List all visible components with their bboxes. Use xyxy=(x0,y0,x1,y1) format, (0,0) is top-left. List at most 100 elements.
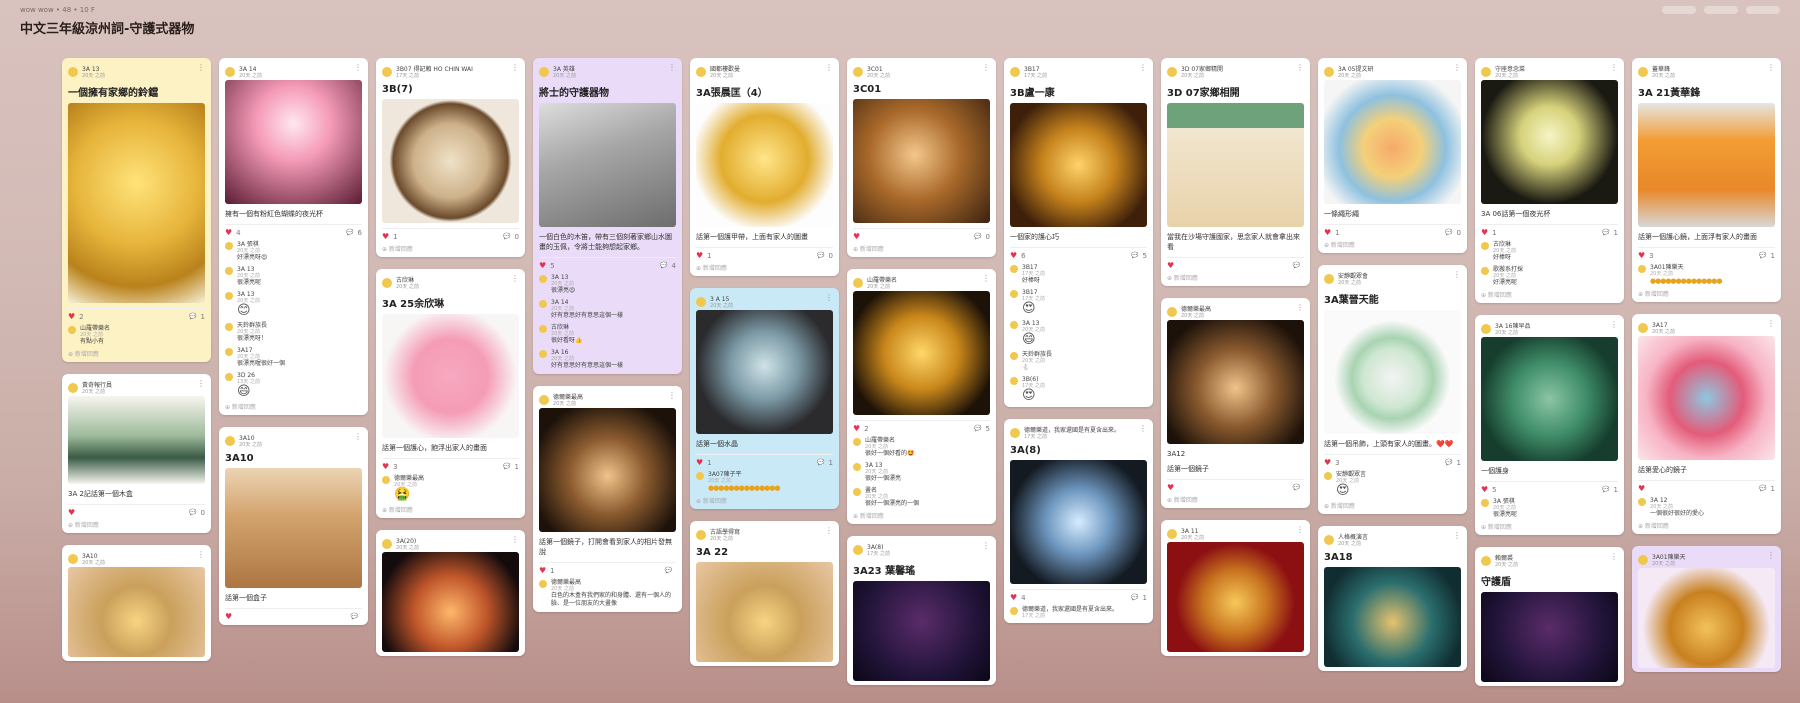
post-card[interactable]: 3A01陳樂天 20天 之前 ⋮ xyxy=(1632,546,1781,672)
add-comment-button[interactable]: ⊕ 新增回應 xyxy=(1167,273,1304,282)
post-card[interactable]: 3A10 20天 之前 ⋮ 3A10 話第一個盒子 ♥ 💬 xyxy=(219,427,368,625)
like-icon[interactable]: ♥ xyxy=(1324,228,1331,237)
post-image[interactable] xyxy=(696,103,833,227)
post-image[interactable] xyxy=(853,581,990,681)
post-card[interactable]: 賴爾裘 20天 之前 ⋮ 守護盾 xyxy=(1475,547,1624,686)
comment-icon[interactable]: 💬 xyxy=(351,613,358,620)
like-icon[interactable]: ♥ xyxy=(1638,484,1645,493)
comment-icon[interactable]: 💬 xyxy=(1759,252,1766,259)
add-comment-button[interactable]: ⊕ 新增回應 xyxy=(1324,240,1461,249)
post-image[interactable] xyxy=(1324,567,1461,667)
like-icon[interactable]: ♥ xyxy=(1010,593,1017,602)
like-icon[interactable]: ♥ xyxy=(382,232,389,241)
more-options-icon[interactable]: ⋮ xyxy=(1610,321,1618,329)
post-image[interactable] xyxy=(1167,320,1304,444)
post-image[interactable] xyxy=(853,99,990,223)
more-options-icon[interactable]: ⋮ xyxy=(354,433,362,441)
post-card[interactable]: 3 A 15 20天 之前 ⋮ 話第一個水晶 ♥ 1 💬 1 3A07陳子平 20天 之前 ●●●●… xyxy=(690,288,839,509)
more-options-icon[interactable]: ⋮ xyxy=(197,551,205,559)
more-options-icon[interactable]: ⋮ xyxy=(1296,304,1304,312)
post-card[interactable]: 3A(8) 17天 之前 ⋮ 3A23 葉馨瑤 xyxy=(847,536,996,685)
post-image[interactable] xyxy=(1638,336,1775,460)
post-image[interactable] xyxy=(225,80,362,204)
more-options-icon[interactable]: ⋮ xyxy=(668,392,676,400)
post-image[interactable] xyxy=(1324,80,1461,204)
more-options-icon[interactable]: ⋮ xyxy=(668,64,676,72)
comment-icon[interactable]: 💬 xyxy=(817,252,824,259)
post-card[interactable]: 3A(20) 20天 之前 ⋮ xyxy=(376,530,525,656)
more-options-icon[interactable]: ⋮ xyxy=(1610,64,1618,72)
top-action-button[interactable] xyxy=(1704,6,1738,14)
post-image[interactable] xyxy=(1481,337,1618,461)
like-icon[interactable]: ♥ xyxy=(1010,251,1017,260)
post-card[interactable]: 3A10 20天 之前 ⋮ xyxy=(62,545,211,661)
comment-icon[interactable]: 💬 xyxy=(346,229,353,236)
post-image[interactable] xyxy=(1010,103,1147,227)
add-comment-button[interactable]: ⊕ 新增回應 xyxy=(225,402,362,411)
comment-icon[interactable]: 💬 xyxy=(503,233,510,240)
post-card[interactable]: 3A 14 20天 之前 ⋮ 擁有一個有粉紅色蝴蝶的夜光杯 ♥ 4 💬 6 3A 張棋 20天 之… xyxy=(219,58,368,415)
like-icon[interactable]: ♥ xyxy=(1167,261,1174,270)
add-comment-button[interactable]: ⊕ 新增回應 xyxy=(1481,290,1618,299)
post-card[interactable]: 國都樓歡曼 20天 之前 ⋮ 3A張晨匡（4） 話第一個護甲帶，上面有家人的圖畫 ♥ 1 💬 0… xyxy=(690,58,839,276)
comment-icon[interactable]: 💬 xyxy=(189,313,196,320)
post-card[interactable]: 守座意念菜 20天 之前 ⋮ 3A 06話第一個夜光杯 ♥ 1 💬 1 古欣琳 20天 之前 好棒呀… xyxy=(1475,58,1624,303)
post-image[interactable] xyxy=(696,562,833,662)
post-image[interactable] xyxy=(225,468,362,588)
more-options-icon[interactable]: ⋮ xyxy=(825,294,833,302)
post-image[interactable] xyxy=(382,99,519,223)
comment-icon[interactable]: 💬 xyxy=(1445,229,1452,236)
like-icon[interactable]: ♥ xyxy=(382,462,389,471)
like-icon[interactable]: ♥ xyxy=(696,251,703,260)
post-card[interactable]: 安靜觀眾會 20天 之前 ⋮ 3A葉晉天能 話第一個吊飾，上頭有家人的圖畫。❤️❤️ ♥ 3… xyxy=(1318,265,1467,514)
post-image[interactable] xyxy=(68,103,205,303)
post-image[interactable] xyxy=(539,103,676,227)
post-card[interactable]: 3A 16陳早品 20天 之前 ⋮ 一個護身 ♥ 5 💬 1 3A 張棋 20天 之前 很漂亮呢 ⊕ … xyxy=(1475,315,1624,535)
add-comment-button[interactable]: ⊕ 新增回應 xyxy=(1324,501,1461,510)
post-card[interactable]: 德爾樂最高 20天 之前 ⋮ 話第一個鏡子，打開會看到家人的相片發無說 ♥ 1 💬 德爾樂最高… xyxy=(533,386,682,612)
more-options-icon[interactable]: ⋮ xyxy=(1767,552,1775,560)
comment-icon[interactable]: 💬 xyxy=(660,262,667,269)
post-image[interactable] xyxy=(1638,103,1775,227)
more-options-icon[interactable]: ⋮ xyxy=(1767,320,1775,328)
like-icon[interactable]: ♥ xyxy=(539,261,546,270)
post-card[interactable]: 山羅帶樂名 20天 之前 ⋮ ♥ 2 💬 5 山羅帶樂名 20天 之前 很好一個好看的🤩 3A 13… xyxy=(847,269,996,524)
post-card[interactable]: 德爾樂最高 20天 之前 ⋮ 3A12 話第一個鏡子 ♥ 💬 ⊕ 新增回應 xyxy=(1161,298,1310,508)
add-comment-button[interactable]: ⊕ 新增回應 xyxy=(1638,521,1775,530)
post-image[interactable] xyxy=(539,408,676,532)
more-options-icon[interactable]: ⋮ xyxy=(825,64,833,72)
post-image[interactable] xyxy=(696,310,833,434)
add-comment-button[interactable]: ⊕ 新增回應 xyxy=(382,505,519,514)
post-card[interactable]: 3A17 20天 之前 ⋮ 話第愛心的鏡子 ♥ 💬 1 3A 12 20天 之前 一個很好很好的愛… xyxy=(1632,314,1781,534)
comment-icon[interactable]: 💬 xyxy=(1759,485,1766,492)
comment-icon[interactable]: 💬 xyxy=(1131,594,1138,601)
post-image[interactable] xyxy=(68,567,205,657)
comment-icon[interactable]: 💬 xyxy=(974,425,981,432)
post-image[interactable] xyxy=(382,314,519,438)
post-card[interactable]: 德爾樂道，我家還國是有夏含出來。 17天 之前 ⋮ 3A(8) ♥ 4 💬 1 德爾樂道，我家還… xyxy=(1004,419,1153,623)
post-card[interactable]: 古欣琳 20天 之前 ⋮ 3A 25余欣琳 話第一個護心，飽浮出家人的畫面 ♥ 3 💬 1 德爾樂… xyxy=(376,269,525,518)
add-comment-button[interactable]: ⊕ 新增回應 xyxy=(1167,495,1304,504)
like-icon[interactable]: ♥ xyxy=(539,566,546,575)
top-action-button[interactable] xyxy=(1746,6,1780,14)
add-comment-button[interactable]: ⊕ 新增回應 xyxy=(382,244,519,253)
more-options-icon[interactable]: ⋮ xyxy=(1453,64,1461,72)
post-card[interactable]: 3A 11 20天 之前 ⋮ xyxy=(1161,520,1310,656)
add-comment-button[interactable]: ⊕ 新增回應 xyxy=(696,263,833,272)
post-image[interactable] xyxy=(1324,310,1461,434)
comment-icon[interactable]: 💬 xyxy=(974,233,981,240)
like-icon[interactable]: ♥ xyxy=(1481,228,1488,237)
post-image[interactable] xyxy=(853,291,990,415)
more-options-icon[interactable]: ⋮ xyxy=(354,64,362,72)
more-options-icon[interactable]: ⋮ xyxy=(1453,532,1461,540)
post-card[interactable]: 蓋華鋒 20天 之前 ⋮ 3A 21黃華鋒 話第一個護心鏡，上面浮有家人的畫面 ♥ 3 💬 1 3… xyxy=(1632,58,1781,302)
post-card[interactable]: 3A 05提文研 20天 之前 ⋮ 一條繩形繩 ♥ 1 💬 0 ⊕ 新增回應 xyxy=(1318,58,1467,253)
more-options-icon[interactable]: ⋮ xyxy=(1139,425,1147,433)
more-options-icon[interactable]: ⋮ xyxy=(1296,64,1304,72)
post-card[interactable]: 3D 07家鄉精開 20天 之前 ⋮ 3D 07家鄉相開 當我在沙場守護國家，思念家人就… xyxy=(1161,58,1310,286)
post-image[interactable] xyxy=(1010,460,1147,584)
post-card[interactable]: 3B17 17天 之前 ⋮ 3B盧一康 一個家的護心巧 ♥ 6 💬 5 3B17 17天 之前 好棒呀… xyxy=(1004,58,1153,407)
comment-icon[interactable]: 💬 xyxy=(503,463,510,470)
post-image[interactable] xyxy=(1167,103,1304,227)
more-options-icon[interactable]: ⋮ xyxy=(1453,271,1461,279)
